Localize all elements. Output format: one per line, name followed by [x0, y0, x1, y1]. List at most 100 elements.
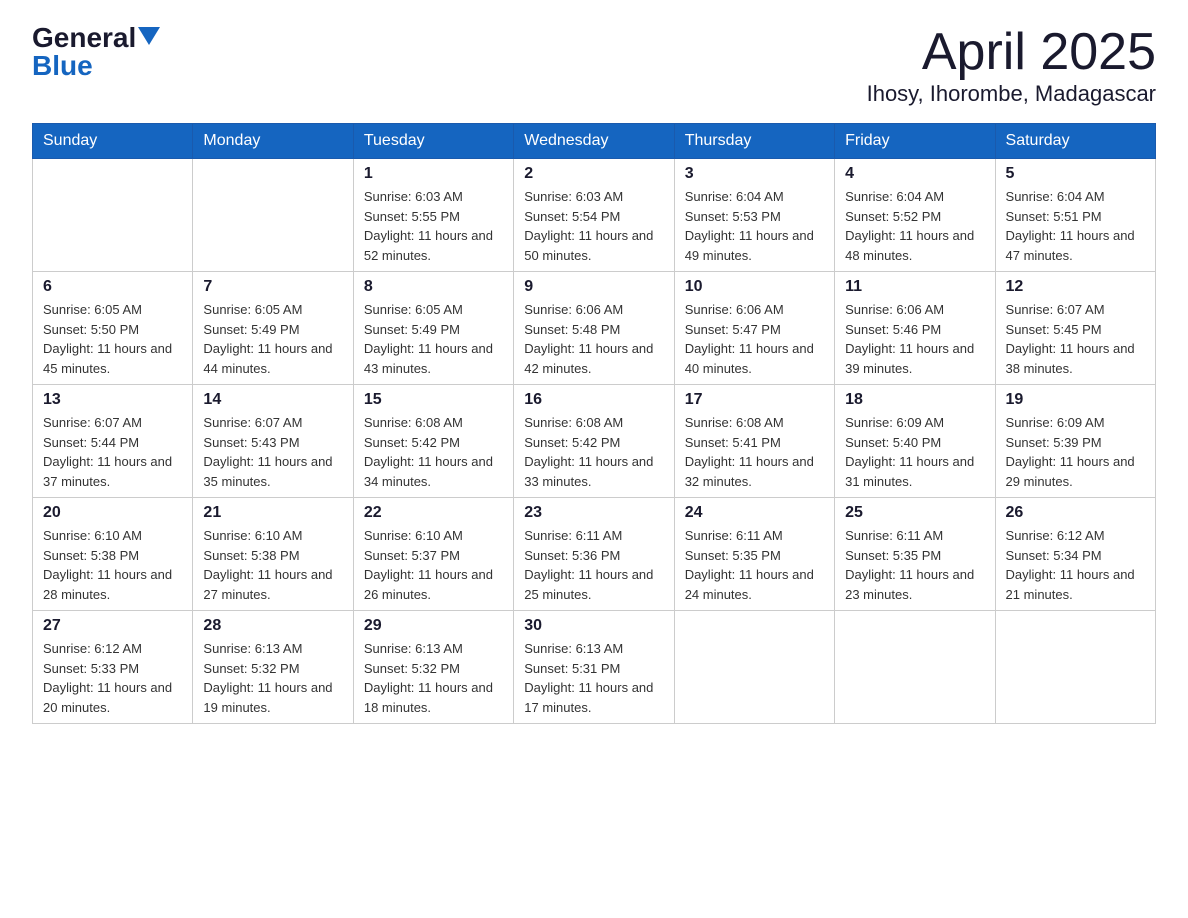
calendar-cell: 20 Sunrise: 6:10 AMSunset: 5:38 PMDayligh… [33, 498, 193, 611]
calendar-cell: 13 Sunrise: 6:07 AMSunset: 5:44 PMDayligh… [33, 385, 193, 498]
day-number: 24 [685, 504, 824, 522]
calendar-cell: 21 Sunrise: 6:10 AMSunset: 5:38 PMDayligh… [193, 498, 353, 611]
day-number: 19 [1006, 391, 1145, 409]
calendar-cell: 6 Sunrise: 6:05 AMSunset: 5:50 PMDaylight… [33, 272, 193, 385]
header-cell-wednesday: Wednesday [514, 124, 674, 159]
day-info: Sunrise: 6:11 AMSunset: 5:36 PMDaylight:… [524, 526, 663, 604]
calendar-cell: 7 Sunrise: 6:05 AMSunset: 5:49 PMDaylight… [193, 272, 353, 385]
day-number: 23 [524, 504, 663, 522]
day-number: 1 [364, 165, 503, 183]
calendar-cell: 1Sunrise: 6:03 AMSunset: 5:55 PMDaylight… [353, 159, 513, 272]
calendar-cell: 11 Sunrise: 6:06 AMSunset: 5:46 PMDayligh… [835, 272, 995, 385]
day-number: 22 [364, 504, 503, 522]
calendar-cell: 4Sunrise: 6:04 AMSunset: 5:52 PMDaylight… [835, 159, 995, 272]
day-number: 5 [1006, 165, 1145, 183]
day-info: Sunrise: 6:13 AMSunset: 5:31 PMDaylight:… [524, 639, 663, 717]
calendar-cell: 18 Sunrise: 6:09 AMSunset: 5:40 PMDayligh… [835, 385, 995, 498]
day-number: 28 [203, 617, 342, 635]
day-info: Sunrise: 6:13 AMSunset: 5:32 PMDaylight:… [203, 639, 342, 717]
calendar-week-row: 6 Sunrise: 6:05 AMSunset: 5:50 PMDaylight… [33, 272, 1156, 385]
day-info: Sunrise: 6:04 AMSunset: 5:51 PMDaylight:… [1006, 187, 1145, 265]
calendar-cell: 24 Sunrise: 6:11 AMSunset: 5:35 PMDayligh… [674, 498, 834, 611]
calendar-cell: 30 Sunrise: 6:13 AMSunset: 5:31 PMDayligh… [514, 611, 674, 724]
day-number: 3 [685, 165, 824, 183]
day-number: 12 [1006, 278, 1145, 296]
day-info: Sunrise: 6:10 AMSunset: 5:38 PMDaylight:… [43, 526, 182, 604]
calendar-week-row: 20 Sunrise: 6:10 AMSunset: 5:38 PMDayligh… [33, 498, 1156, 611]
day-number: 25 [845, 504, 984, 522]
calendar-body: 1Sunrise: 6:03 AMSunset: 5:55 PMDaylight… [33, 159, 1156, 724]
day-number: 27 [43, 617, 182, 635]
calendar-cell: 16 Sunrise: 6:08 AMSunset: 5:42 PMDayligh… [514, 385, 674, 498]
day-info: Sunrise: 6:11 AMSunset: 5:35 PMDaylight:… [845, 526, 984, 604]
calendar-cell: 27 Sunrise: 6:12 AMSunset: 5:33 PMDayligh… [33, 611, 193, 724]
day-info: Sunrise: 6:09 AMSunset: 5:40 PMDaylight:… [845, 413, 984, 491]
day-number: 13 [43, 391, 182, 409]
calendar-week-row: 13 Sunrise: 6:07 AMSunset: 5:44 PMDayligh… [33, 385, 1156, 498]
day-number: 30 [524, 617, 663, 635]
day-number: 6 [43, 278, 182, 296]
day-info: Sunrise: 6:08 AMSunset: 5:42 PMDaylight:… [524, 413, 663, 491]
day-info: Sunrise: 6:07 AMSunset: 5:44 PMDaylight:… [43, 413, 182, 491]
day-number: 9 [524, 278, 663, 296]
calendar-cell: 5 Sunrise: 6:04 AMSunset: 5:51 PMDaylight… [995, 159, 1155, 272]
day-number: 10 [685, 278, 824, 296]
day-info: Sunrise: 6:13 AMSunset: 5:32 PMDaylight:… [364, 639, 503, 717]
day-number: 7 [203, 278, 342, 296]
calendar-cell: 10Sunrise: 6:06 AMSunset: 5:47 PMDayligh… [674, 272, 834, 385]
day-number: 11 [845, 278, 984, 296]
day-number: 29 [364, 617, 503, 635]
calendar-cell: 3 Sunrise: 6:04 AMSunset: 5:53 PMDaylight… [674, 159, 834, 272]
calendar-header-row: SundayMondayTuesdayWednesdayThursdayFrid… [33, 124, 1156, 159]
calendar-cell: 29 Sunrise: 6:13 AMSunset: 5:32 PMDayligh… [353, 611, 513, 724]
header-cell-saturday: Saturday [995, 124, 1155, 159]
day-info: Sunrise: 6:06 AMSunset: 5:46 PMDaylight:… [845, 300, 984, 378]
title-area: April 2025 Ihosy, Ihorombe, Madagascar [867, 24, 1156, 107]
day-info: Sunrise: 6:05 AMSunset: 5:49 PMDaylight:… [203, 300, 342, 378]
calendar-header: SundayMondayTuesdayWednesdayThursdayFrid… [33, 124, 1156, 159]
page-subtitle: Ihosy, Ihorombe, Madagascar [867, 81, 1156, 107]
calendar-cell: 14 Sunrise: 6:07 AMSunset: 5:43 PMDayligh… [193, 385, 353, 498]
day-info: Sunrise: 6:08 AMSunset: 5:42 PMDaylight:… [364, 413, 503, 491]
calendar-cell: 22Sunrise: 6:10 AMSunset: 5:37 PMDayligh… [353, 498, 513, 611]
day-number: 16 [524, 391, 663, 409]
day-info: Sunrise: 6:05 AMSunset: 5:50 PMDaylight:… [43, 300, 182, 378]
calendar-cell: 2Sunrise: 6:03 AMSunset: 5:54 PMDaylight… [514, 159, 674, 272]
page-title: April 2025 [867, 24, 1156, 81]
day-info: Sunrise: 6:07 AMSunset: 5:45 PMDaylight:… [1006, 300, 1145, 378]
day-number: 14 [203, 391, 342, 409]
calendar-cell: 19Sunrise: 6:09 AMSunset: 5:39 PMDayligh… [995, 385, 1155, 498]
day-info: Sunrise: 6:07 AMSunset: 5:43 PMDaylight:… [203, 413, 342, 491]
header-cell-tuesday: Tuesday [353, 124, 513, 159]
day-info: Sunrise: 6:04 AMSunset: 5:52 PMDaylight:… [845, 187, 984, 265]
calendar-cell [193, 159, 353, 272]
calendar-cell: 28 Sunrise: 6:13 AMSunset: 5:32 PMDayligh… [193, 611, 353, 724]
calendar-cell: 17Sunrise: 6:08 AMSunset: 5:41 PMDayligh… [674, 385, 834, 498]
calendar-week-row: 1Sunrise: 6:03 AMSunset: 5:55 PMDaylight… [33, 159, 1156, 272]
logo-triangle-icon [138, 27, 160, 45]
calendar-cell: 26Sunrise: 6:12 AMSunset: 5:34 PMDayligh… [995, 498, 1155, 611]
calendar-week-row: 27 Sunrise: 6:12 AMSunset: 5:33 PMDayligh… [33, 611, 1156, 724]
calendar-cell [33, 159, 193, 272]
day-info: Sunrise: 6:10 AMSunset: 5:38 PMDaylight:… [203, 526, 342, 604]
day-info: Sunrise: 6:12 AMSunset: 5:33 PMDaylight:… [43, 639, 182, 717]
logo-general-text: General [32, 24, 136, 52]
day-info: Sunrise: 6:04 AMSunset: 5:53 PMDaylight:… [685, 187, 824, 265]
day-number: 18 [845, 391, 984, 409]
day-number: 21 [203, 504, 342, 522]
day-number: 20 [43, 504, 182, 522]
calendar-cell: 25 Sunrise: 6:11 AMSunset: 5:35 PMDayligh… [835, 498, 995, 611]
day-info: Sunrise: 6:12 AMSunset: 5:34 PMDaylight:… [1006, 526, 1145, 604]
day-info: Sunrise: 6:11 AMSunset: 5:35 PMDaylight:… [685, 526, 824, 604]
header-cell-thursday: Thursday [674, 124, 834, 159]
day-info: Sunrise: 6:06 AMSunset: 5:48 PMDaylight:… [524, 300, 663, 378]
logo-blue-text: Blue [32, 52, 93, 80]
calendar-cell [995, 611, 1155, 724]
calendar-table: SundayMondayTuesdayWednesdayThursdayFrid… [32, 123, 1156, 724]
header-cell-monday: Monday [193, 124, 353, 159]
calendar-cell: 9 Sunrise: 6:06 AMSunset: 5:48 PMDaylight… [514, 272, 674, 385]
day-info: Sunrise: 6:05 AMSunset: 5:49 PMDaylight:… [364, 300, 503, 378]
calendar-cell: 23 Sunrise: 6:11 AMSunset: 5:36 PMDayligh… [514, 498, 674, 611]
calendar-cell: 12 Sunrise: 6:07 AMSunset: 5:45 PMDayligh… [995, 272, 1155, 385]
calendar-cell [835, 611, 995, 724]
